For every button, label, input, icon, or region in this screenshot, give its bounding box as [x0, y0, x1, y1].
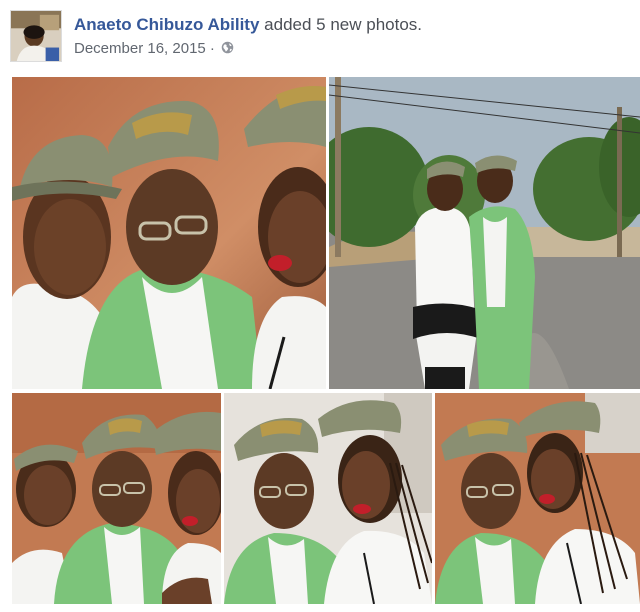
photo-image [224, 393, 432, 604]
photo-post: Anaeto Chibuzo Ability added 5 new photo… [0, 0, 640, 612]
photo-thumbnail-5[interactable] [435, 393, 640, 604]
globe-icon[interactable] [221, 41, 234, 54]
photo-image [12, 393, 221, 604]
author-name-link[interactable]: Anaeto Chibuzo Ability [74, 15, 259, 34]
photo-thumbnail-3[interactable] [12, 393, 221, 604]
photo-image [435, 393, 640, 604]
post-meta: December 16, 2015 · [74, 39, 234, 59]
post-action-text: added 5 new photos. [264, 15, 423, 34]
meta-separator: · [209, 40, 215, 57]
post-title-line: Anaeto Chibuzo Ability added 5 new photo… [74, 14, 422, 36]
photo-thumbnail-2[interactable] [329, 77, 640, 389]
photo-thumbnail-4[interactable] [224, 393, 432, 604]
post-header: Anaeto Chibuzo Ability added 5 new photo… [10, 10, 630, 62]
photo-image [329, 77, 640, 389]
author-avatar[interactable] [10, 10, 62, 62]
photo-thumbnail-1[interactable] [12, 77, 326, 389]
photo-image [12, 77, 326, 389]
avatar-image [11, 11, 61, 61]
post-date-link[interactable]: December 16, 2015 [74, 40, 206, 57]
